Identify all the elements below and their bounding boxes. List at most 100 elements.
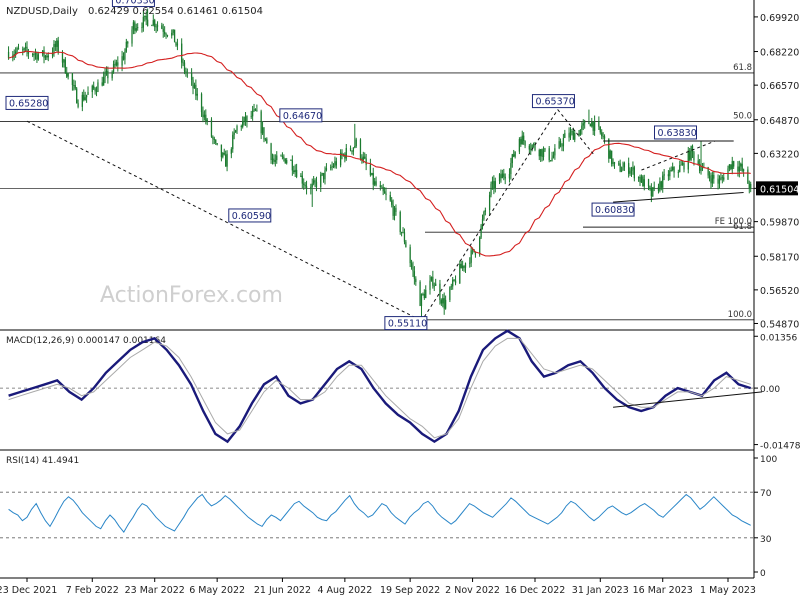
candle-body [717, 178, 719, 184]
candle-body [81, 94, 83, 107]
candle-body [697, 160, 699, 165]
candle-body [165, 33, 167, 36]
candle-body [584, 122, 586, 124]
candle-body [23, 48, 25, 50]
candle-body [243, 116, 245, 122]
candle-body [313, 180, 315, 184]
candle-body [114, 63, 116, 66]
candle-body [271, 158, 274, 160]
x-tick-label: 16 Mar 2023 [633, 585, 693, 596]
candle-body [321, 172, 323, 175]
price-tick-label: 0.64870 [760, 116, 799, 127]
candle-body [591, 122, 593, 127]
candle-body [17, 48, 20, 50]
candle-body [124, 51, 126, 60]
candle-body [498, 174, 501, 182]
candle-body [286, 160, 288, 164]
candle-body [741, 163, 743, 171]
candle-body [93, 85, 95, 89]
candle-body [345, 147, 347, 159]
candle-body [107, 70, 109, 79]
candle-body [210, 119, 213, 137]
candle-body [413, 271, 416, 279]
candle-body [222, 153, 224, 158]
candle-body [234, 130, 237, 133]
candle-body [300, 175, 302, 177]
candle-body [91, 85, 93, 93]
candle-body [244, 116, 247, 122]
candle-body [359, 139, 362, 158]
candle-body [46, 55, 48, 58]
candle-body [561, 145, 563, 147]
candle-body [588, 122, 590, 125]
candle-body [538, 150, 540, 157]
candle-body [672, 167, 674, 171]
candle-body [711, 174, 714, 184]
candle-body [301, 175, 303, 184]
candle-body [504, 176, 506, 179]
candle-body [459, 263, 461, 284]
rsi-tick-label: 0 [760, 569, 766, 579]
candle-body [284, 158, 286, 164]
candle-body [22, 49, 24, 51]
candle-body [155, 26, 157, 28]
candle-body [216, 143, 218, 145]
candle-body [490, 184, 492, 196]
fib-level-label: 61.8 [733, 63, 752, 73]
candle-body [731, 161, 733, 170]
candle-body [226, 153, 228, 167]
candle-body [200, 93, 203, 113]
candle-body [283, 156, 285, 159]
candle-body [733, 161, 735, 167]
candle-body [379, 185, 381, 187]
candle-body [145, 15, 147, 20]
x-tick-label: 1 May 2023 [700, 585, 756, 596]
price-tick-label: 0.66570 [760, 81, 799, 92]
candle-body [97, 82, 99, 92]
x-tick-label: 23 Dec 2021 [0, 585, 57, 596]
candle-body [450, 286, 452, 288]
candle-body [334, 161, 336, 167]
candle-body [618, 163, 620, 165]
price-label: 0.55110 [388, 319, 427, 330]
ohlc-label: 0.62429 0.62554 0.61461 0.61504 [88, 6, 263, 17]
price-label: 0.70330 [115, 0, 154, 7]
candle-body [137, 27, 139, 29]
candle-body [673, 167, 675, 173]
candle-body [442, 298, 444, 304]
candle-body [232, 134, 234, 150]
price-tick-label: 0.54870 [760, 319, 799, 330]
candle-body [399, 211, 401, 233]
candle-body [74, 85, 76, 89]
candle-body [36, 53, 38, 60]
candle-body [687, 150, 689, 170]
x-tick-label: 16 Dec 2022 [505, 585, 566, 596]
candle-body [202, 112, 204, 118]
candle-body [602, 136, 604, 137]
candle-body [205, 114, 207, 121]
candle-body [122, 56, 125, 60]
candle-body [303, 183, 305, 185]
candle-body [511, 154, 513, 164]
candle-body [335, 161, 337, 166]
price-tick-label: 0.58170 [760, 252, 799, 263]
candle-body [593, 120, 596, 131]
candle-body [261, 127, 264, 134]
candle-body [182, 62, 184, 64]
x-tick-label: 21 Jun 2022 [254, 585, 311, 596]
candle-body [632, 167, 634, 170]
candle-body [325, 168, 328, 171]
candle-body [196, 93, 198, 96]
candle-body [599, 126, 601, 133]
candle-body [544, 148, 546, 151]
candle-body [95, 91, 98, 93]
candle-body [63, 59, 65, 63]
candle-body [203, 114, 206, 118]
candle-body [637, 177, 640, 179]
candle-body [104, 73, 106, 78]
candle-body [493, 181, 495, 189]
candle-body [290, 160, 292, 161]
candle-body [444, 299, 447, 309]
candle-body [542, 150, 545, 157]
candle-body [53, 43, 55, 53]
